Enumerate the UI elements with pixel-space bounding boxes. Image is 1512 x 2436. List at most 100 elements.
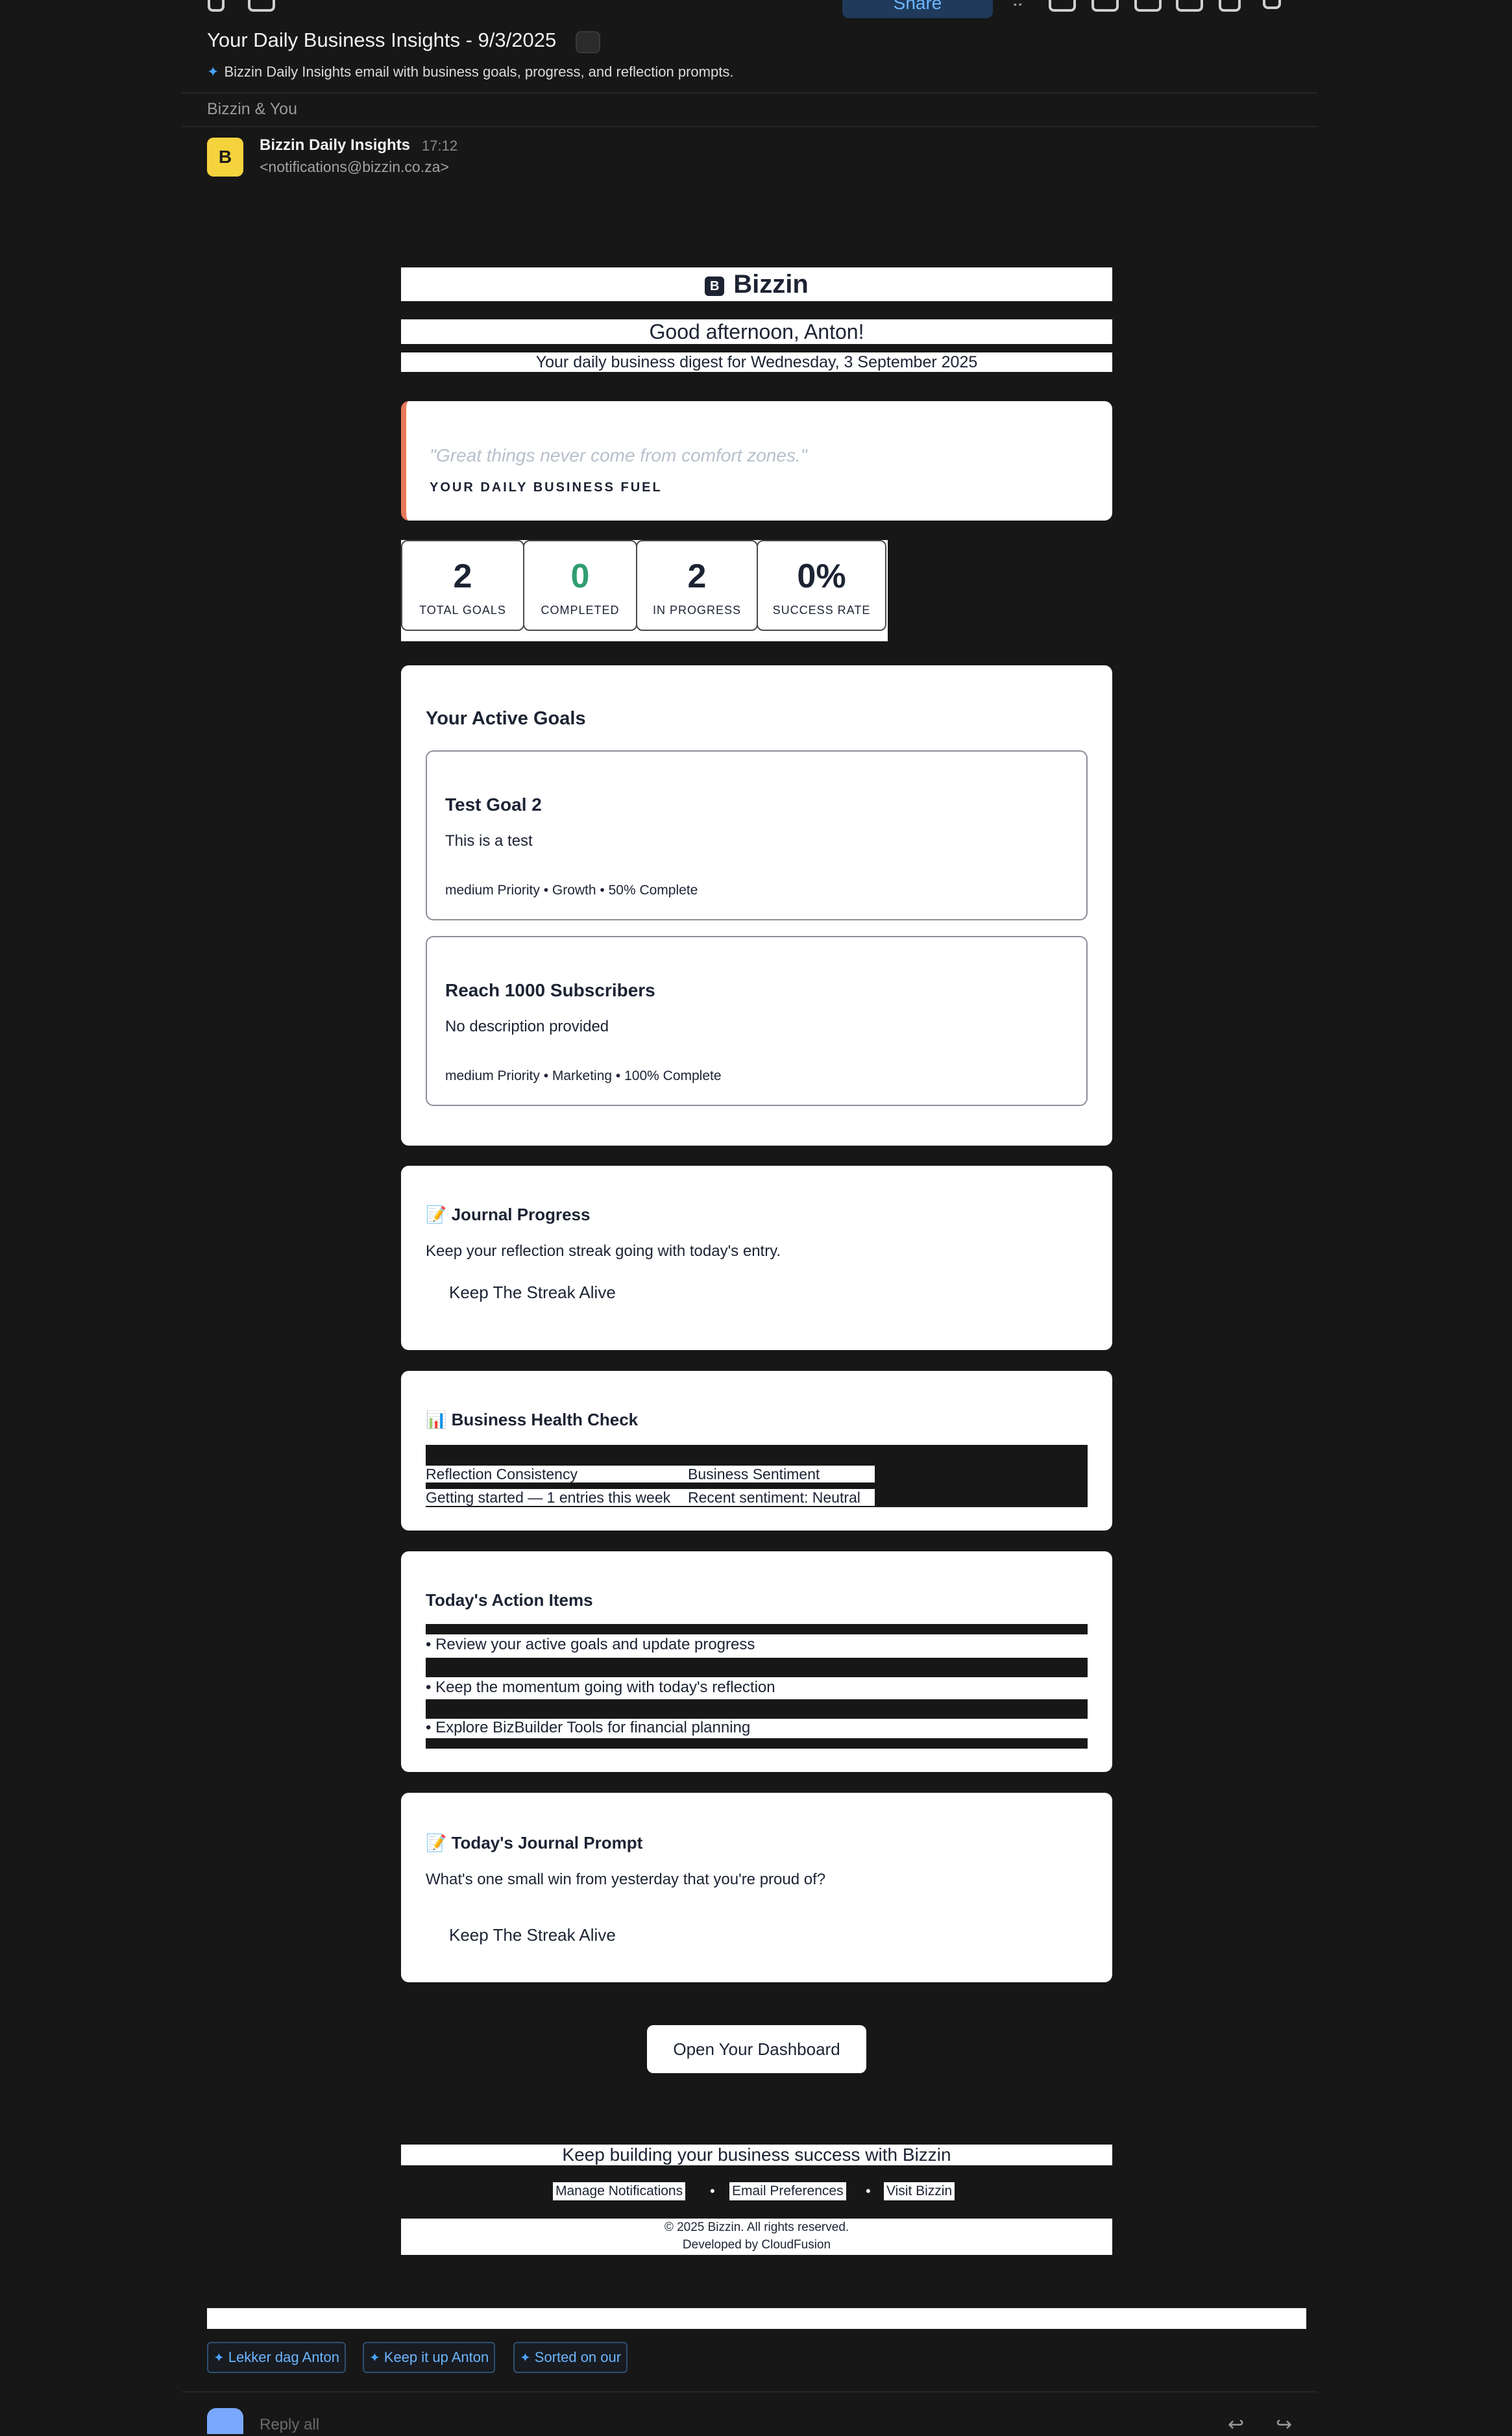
- section-title: Your Active Goals: [426, 708, 586, 729]
- stat-total-goals: 2 TOTAL GOALS: [401, 540, 524, 631]
- stat-label: TOTAL GOALS: [419, 604, 506, 617]
- sender-avatar: B: [207, 138, 243, 177]
- link-separator: •: [866, 2183, 871, 2199]
- brand-name: Bizzin: [733, 270, 809, 299]
- goal-card: Test Goal 2 This is a test medium Priori…: [426, 750, 1088, 920]
- reflection-value: Getting started — 1 entries this week: [426, 1489, 671, 1506]
- divider: [426, 1658, 1088, 1677]
- star-icon[interactable]: [1091, 0, 1119, 12]
- quote-label: YOUR DAILY BUSINESS FUEL: [430, 480, 663, 495]
- share-label: Share: [893, 0, 942, 13]
- chevron-down-icon[interactable]: [1263, 0, 1281, 9]
- suggested-reply[interactable]: ✦ Lekker dag Anton: [207, 2342, 347, 2373]
- visit-bizzin-link[interactable]: Visit Bizzin: [884, 2182, 955, 2200]
- keep-streak-link[interactable]: Keep The Streak Alive: [449, 1925, 616, 1945]
- footer-tagline: Keep building your business success with…: [401, 2145, 1112, 2165]
- divider: [182, 126, 1317, 127]
- reply-input[interactable]: Reply all: [260, 2416, 319, 2434]
- sentiment-title: Business Sentiment: [688, 1466, 820, 1483]
- action-item: • Keep the momentum going with today's r…: [426, 1679, 775, 1696]
- more-icon[interactable]: [1012, 0, 1023, 6]
- forward-icon[interactable]: ↪: [1276, 2413, 1292, 2436]
- suggested-reply-label: Sorted on our: [534, 2349, 622, 2365]
- brand-header: B Bizzin: [401, 267, 1112, 301]
- stats-row: 2 TOTAL GOALS 0 COMPLETED 2 IN PROGRESS 0% S…: [401, 540, 888, 641]
- greeting: Good afternoon, Anton!: [401, 319, 1112, 344]
- reflection-title: Reflection Consistency: [426, 1466, 578, 1483]
- action-items-card: Today's Action Items • Review your activ…: [401, 1551, 1112, 1772]
- divider: [182, 92, 1317, 93]
- stat-label: COMPLETED: [541, 604, 620, 617]
- sentiment-value: Recent sentiment: Neutral: [688, 1489, 860, 1506]
- health-table: Reflection Consistency Business Sentiment…: [426, 1445, 1088, 1507]
- stat-label: SUCCESS RATE: [772, 604, 871, 617]
- goal-meta: medium Priority • Growth • 50% Complete: [445, 883, 698, 898]
- thread-label: Bizzin & You: [207, 100, 297, 118]
- manage-notifications-link[interactable]: Manage Notifications: [553, 2182, 686, 2200]
- action-item: • Explore BizBuilder Tools for financial…: [426, 1719, 751, 1736]
- sender-email: <notifications@bizzin.co.za>: [260, 158, 449, 175]
- summary-text: Bizzin Daily Insights email with busines…: [224, 64, 734, 80]
- stat-completed: 0 COMPLETED: [523, 540, 637, 631]
- section-title: 📊 Business Health Check: [426, 1410, 639, 1429]
- divider: [426, 1624, 1088, 1634]
- business-health-card: 📊 Business Health Check Reflection Consi…: [401, 1371, 1112, 1531]
- action-item: • Review your active goals and update pr…: [426, 1636, 755, 1653]
- open-dashboard-button[interactable]: Open Your Dashboard: [647, 2025, 866, 2073]
- back-arrow-icon[interactable]: [208, 0, 225, 12]
- copyright-text: © 2025 Bizzin. All rights reserved.: [664, 2221, 849, 2234]
- goal-description: This is a test: [445, 832, 533, 850]
- stat-value: 2: [453, 558, 472, 595]
- sparkle-icon: ✦: [207, 64, 219, 80]
- divider: [426, 1738, 1088, 1749]
- health-header-row: Reflection Consistency Business Sentiment: [426, 1466, 875, 1483]
- sparkle-icon: ✦: [369, 2351, 380, 2365]
- sparkle-icon: ✦: [213, 2351, 225, 2365]
- journal-prompt-card: 📝 Today's Journal Prompt What's one smal…: [401, 1793, 1112, 1982]
- suggested-reply-label: Keep it up Anton: [384, 2349, 489, 2365]
- divider: [182, 2391, 1317, 2393]
- link-separator: •: [710, 2183, 715, 2199]
- health-value-row: Getting started — 1 entries this week Rec…: [426, 1489, 875, 1506]
- section-title: 📝 Journal Progress: [426, 1205, 591, 1224]
- reply-icon[interactable]: ↩: [1228, 2413, 1244, 2436]
- suggested-reply-label: Lekker dag Anton: [228, 2349, 340, 2365]
- tag-icon[interactable]: [1049, 0, 1076, 12]
- digest-date: Your daily business digest for Wednesday…: [401, 352, 1112, 372]
- email-preferences-link[interactable]: Email Preferences: [729, 2182, 846, 2200]
- prompt-text: What's one small win from yesterday that…: [426, 1871, 826, 1888]
- share-button[interactable]: Share: [842, 0, 993, 18]
- goal-description: No description provided: [445, 1018, 609, 1035]
- suggested-reply[interactable]: ✦ Sorted on our: [513, 2342, 628, 2373]
- brand-logo: B: [705, 277, 725, 296]
- goal-meta: medium Priority • Marketing • 100% Compl…: [445, 1068, 722, 1083]
- trash-icon[interactable]: [1219, 0, 1241, 12]
- stat-label: IN PROGRESS: [652, 604, 742, 617]
- archive-icon[interactable]: [248, 0, 275, 12]
- section-title: 📝 Today's Journal Prompt: [426, 1833, 643, 1852]
- goal-card: Reach 1000 Subscribers No description pr…: [426, 936, 1088, 1106]
- ai-summary: ✦ Bizzin Daily Insights email with busine…: [207, 64, 733, 80]
- email-bottom-bar: [207, 2308, 1306, 2329]
- quote-card: "Great things never come from comfort zo…: [401, 401, 1112, 521]
- divider: [426, 1699, 1088, 1719]
- journal-progress-card: 📝 Journal Progress Keep your reflection …: [401, 1166, 1112, 1350]
- section-text: Keep your reflection streak going with t…: [426, 1242, 781, 1260]
- quote-text: "Great things never come from comfort zo…: [430, 445, 807, 465]
- goal-title: Test Goal 2: [445, 794, 542, 815]
- developer-text: Developed by CloudFusion: [682, 2238, 831, 2252]
- section-title: Today's Action Items: [426, 1590, 593, 1610]
- sender-name[interactable]: Bizzin Daily Insights: [260, 136, 410, 154]
- edit-icon[interactable]: [1134, 0, 1162, 12]
- suggested-reply[interactable]: ✦ Keep it up Anton: [363, 2342, 496, 2373]
- email-subject: Your Daily Business Insights - 9/3/2025: [207, 29, 557, 51]
- stat-success-rate: 0% SUCCESS RATE: [757, 540, 886, 631]
- stat-in-progress: 2 IN PROGRESS: [636, 540, 758, 631]
- label-tag-icon[interactable]: [576, 31, 600, 53]
- sparkle-icon: ✦: [520, 2351, 531, 2365]
- active-goals-card: Your Active Goals Test Goal 2 This is a …: [401, 665, 1112, 1146]
- sent-time: 17:12: [422, 138, 458, 154]
- keep-streak-link[interactable]: Keep The Streak Alive: [449, 1283, 616, 1303]
- goal-title: Reach 1000 Subscribers: [445, 980, 655, 1000]
- clock-icon[interactable]: [1176, 0, 1203, 12]
